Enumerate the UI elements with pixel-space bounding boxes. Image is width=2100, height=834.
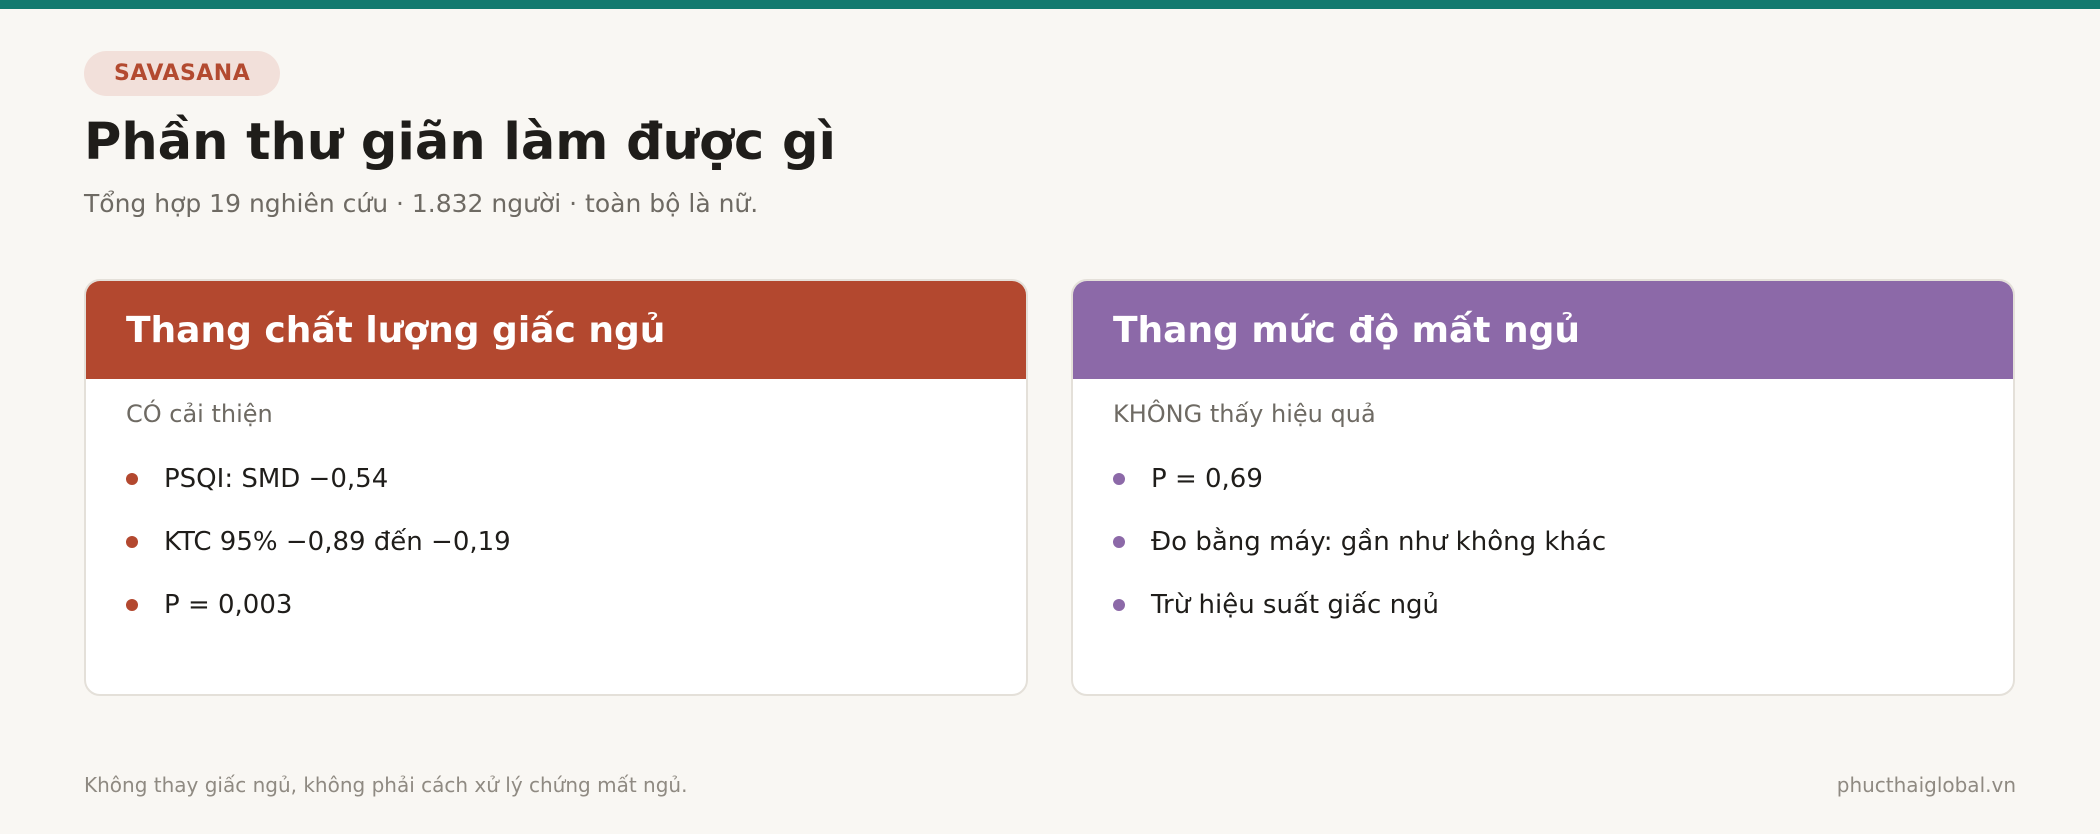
list-item: P = 0,69 bbox=[1113, 447, 2013, 510]
bullet-dot-icon bbox=[126, 472, 138, 485]
insomnia-severity-card-note: KHÔNG thấy hiệu quả bbox=[1113, 400, 1376, 428]
top-accent-bar bbox=[0, 0, 2100, 9]
sleep-quality-list: PSQI: SMD −0,54 KTC 95% −0,89 đến −0,19 … bbox=[126, 447, 1026, 636]
insomnia-severity-card: Thang mức độ mất ngủ KHÔNG thấy hiệu quả… bbox=[1071, 279, 2015, 696]
footer-site-link[interactable]: phucthaiglobal.vn bbox=[1837, 773, 2016, 797]
list-item-text: Đo bằng máy: gần như không khác bbox=[1151, 526, 1607, 557]
list-item-text: PSQI: SMD −0,54 bbox=[164, 463, 389, 494]
bullet-dot-icon bbox=[1113, 472, 1125, 485]
insomnia-severity-list: P = 0,69 Đo bằng máy: gần như không khác… bbox=[1113, 447, 2013, 636]
sleep-quality-card-note: CÓ cải thiện bbox=[126, 400, 273, 428]
bullet-dot-icon bbox=[1113, 535, 1125, 548]
bullet-dot-icon bbox=[1113, 598, 1125, 611]
list-item: PSQI: SMD −0,54 bbox=[126, 447, 1026, 510]
page-title: Phần thư giãn làm được gì bbox=[84, 113, 837, 172]
list-item-text: P = 0,69 bbox=[1151, 463, 1263, 494]
list-item: KTC 95% −0,89 đến −0,19 bbox=[126, 510, 1026, 573]
sleep-quality-card: Thang chất lượng giấc ngủ CÓ cải thiện P… bbox=[84, 279, 1028, 696]
topic-tag: SAVASANA bbox=[84, 51, 281, 96]
list-item: Trừ hiệu suất giấc ngủ bbox=[1113, 573, 2013, 636]
list-item-text: KTC 95% −0,89 đến −0,19 bbox=[164, 526, 511, 557]
list-item: P = 0,003 bbox=[126, 573, 1026, 636]
insomnia-severity-card-header: Thang mức độ mất ngủ bbox=[1073, 281, 2013, 379]
bullet-dot-icon bbox=[126, 598, 138, 611]
list-item-text: Trừ hiệu suất giấc ngủ bbox=[1151, 589, 1440, 620]
sleep-quality-card-header: Thang chất lượng giấc ngủ bbox=[86, 281, 1026, 379]
list-item-text: P = 0,003 bbox=[164, 589, 293, 620]
page-subtitle: Tổng hợp 19 nghiên cứu · 1.832 người · t… bbox=[84, 189, 759, 218]
footer-note: Không thay giấc ngủ, không phải cách xử … bbox=[84, 773, 688, 797]
list-item: Đo bằng máy: gần như không khác bbox=[1113, 510, 2013, 573]
bullet-dot-icon bbox=[126, 535, 138, 548]
